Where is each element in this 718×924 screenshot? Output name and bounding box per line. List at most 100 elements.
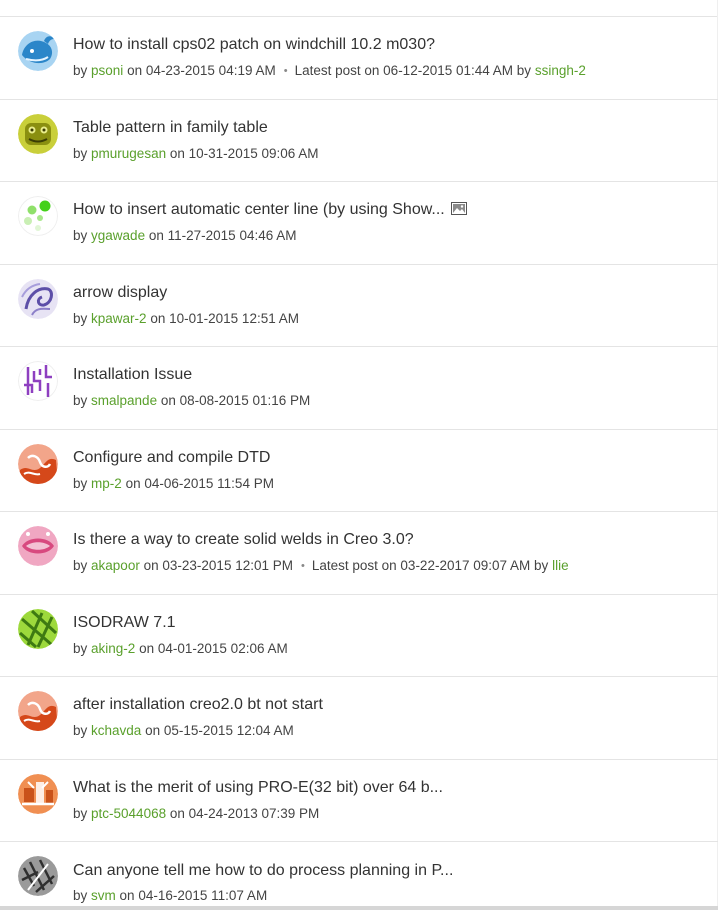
on-label: on [145, 723, 161, 738]
on-label: on [127, 63, 143, 78]
thread-meta: by aking-2 on 04-01-2015 02:06 AM [73, 641, 288, 656]
orange-blocks-avatar-icon[interactable] [18, 773, 58, 814]
thread-title[interactable]: Configure and compile DTD [73, 449, 270, 467]
grey-sketch-avatar-icon[interactable] [18, 856, 58, 896]
latest-author-link[interactable]: llie [552, 558, 569, 573]
by-label: by [73, 475, 88, 491]
thread-title[interactable]: Is there a way to create solid welds in … [73, 531, 414, 549]
author-link[interactable]: psoni [91, 63, 123, 78]
by-label: by [516, 63, 532, 78]
list-item: after installation creo2.0 bt not start … [0, 677, 718, 760]
thread-title[interactable]: Table pattern in family table [73, 119, 268, 137]
on-label: on [148, 228, 164, 243]
frog-face-avatar-icon[interactable] [18, 113, 58, 154]
whale-avatar-icon[interactable] [18, 31, 58, 71]
post-date: 05-15-2015 12:04 AM [163, 723, 294, 738]
author-link[interactable]: pmurugesan [91, 146, 166, 161]
image-icon [450, 202, 467, 215]
list-item: How to install cps02 patch on windchill … [0, 17, 718, 100]
thread-meta: by ygawade on 11-27-2015 04:46 AM [73, 228, 296, 243]
bottom-scroll-edge [0, 906, 718, 910]
post-date: 04-24-2013 07:39 PM [188, 805, 320, 821]
post-date: 04-16-2015 11:07 AM [138, 888, 268, 903]
on-label: on [139, 640, 155, 656]
by-label: by [73, 310, 88, 326]
author-link[interactable]: aking-2 [91, 641, 135, 656]
thread-meta: by akapoor on 03-23-2015 12:01 PM • Latest… [73, 558, 569, 573]
on-label: on [125, 475, 141, 491]
thread-meta: by kpawar-2 on 10-01-2015 12:51 AM [73, 311, 299, 326]
thread-list: How to install cps02 patch on windchill … [0, 17, 718, 924]
purple-maze-avatar-icon[interactable] [18, 361, 58, 401]
thread-title[interactable]: after installation creo2.0 bt not start [73, 696, 323, 714]
author-link[interactable]: kchavda [91, 723, 141, 738]
orange-swirl-avatar-icon[interactable] [18, 691, 58, 731]
author-link[interactable]: mp-2 [91, 476, 122, 491]
list-item: How to insert automatic center line (by … [0, 182, 718, 265]
list-item: arrow display by kpawar-2 on 10-01-2015 … [0, 265, 718, 347]
by-label: by [73, 145, 88, 161]
by-label: by [73, 558, 88, 573]
thread-title[interactable]: arrow display [73, 284, 167, 302]
latest-post-label: Latest post on [294, 63, 380, 78]
author-link[interactable]: ptc-5044068 [91, 806, 166, 821]
thread-meta: by kchavda on 05-15-2015 12:04 AM [73, 723, 294, 738]
thread-title[interactable]: ISODRAW 7.1 [73, 614, 176, 632]
list-item: Can anyone tell me how to do process pla… [0, 842, 718, 924]
by-label: by [73, 393, 88, 408]
on-label: on [150, 310, 166, 326]
thread-title[interactable]: Installation Issue [73, 366, 192, 384]
green-dots-avatar-icon[interactable] [18, 196, 58, 236]
post-date: 03-23-2015 12:01 PM [162, 558, 293, 573]
latest-post-date: 06-12-2015 01:44 AM [383, 63, 514, 78]
thread-meta: by svm on 04-16-2015 11:07 AM [73, 888, 267, 903]
on-label: on [119, 888, 135, 903]
on-label: on [160, 393, 176, 408]
pink-mouth-avatar-icon[interactable] [18, 526, 58, 566]
meta-separator: • [283, 65, 288, 77]
purple-swirl-avatar-icon[interactable] [18, 278, 58, 319]
orange-swirl-avatar-icon[interactable] [18, 443, 58, 484]
by-label: by [534, 558, 549, 573]
thread-meta: by smalpande on 08-08-2015 01:16 PM [73, 393, 310, 408]
thread-title[interactable]: What is the merit of using PRO-E(32 bit)… [73, 779, 443, 797]
post-date: 10-01-2015 12:51 AM [169, 310, 299, 326]
latest-post-label: Latest post on [311, 558, 397, 573]
meta-separator: • [300, 560, 305, 572]
author-link[interactable]: svm [91, 888, 116, 903]
by-label: by [73, 228, 88, 243]
list-item: Is there a way to create solid welds in … [0, 512, 718, 595]
thread-title-text[interactable]: How to insert automatic center line (by … [73, 201, 445, 218]
thread-title[interactable]: How to insert automatic center line (by … [73, 201, 467, 219]
list-item: Configure and compile DTD by mp-2 on 04-… [0, 430, 718, 512]
thread-meta: by ptc-5044068 on 04-24-2013 07:39 PM [73, 806, 319, 821]
thread-meta: by psoni on 04-23-2015 04:19 AM • Latest p… [73, 63, 586, 78]
post-date: 10-31-2015 09:06 AM [188, 145, 319, 161]
on-label: on [169, 145, 185, 161]
by-label: by [73, 63, 88, 78]
thread-meta: by mp-2 on 04-06-2015 11:54 PM [73, 476, 274, 491]
on-label: on [169, 805, 185, 821]
on-label: on [143, 558, 159, 573]
author-link[interactable]: kpawar-2 [91, 311, 147, 326]
latest-author-link[interactable]: ssingh-2 [535, 63, 586, 78]
author-link[interactable]: ygawade [91, 228, 145, 243]
author-link[interactable]: smalpande [91, 393, 157, 408]
by-label: by [73, 640, 88, 656]
thread-title[interactable]: How to install cps02 patch on windchill … [73, 36, 435, 54]
post-date: 04-23-2015 04:19 AM [145, 63, 276, 78]
green-lines-avatar-icon[interactable] [18, 608, 58, 649]
post-date: 08-08-2015 01:16 PM [179, 393, 311, 408]
list-item: Table pattern in family table by pmuruge… [0, 100, 718, 182]
list-item: Installation Issue by smalpande on 08-08… [0, 347, 718, 430]
thread-title[interactable]: Can anyone tell me how to do process pla… [73, 862, 453, 880]
author-link[interactable]: akapoor [91, 558, 140, 573]
list-item: What is the merit of using PRO-E(32 bit)… [0, 760, 718, 842]
list-item: ISODRAW 7.1 by aking-2 on 04-01-2015 02:… [0, 595, 718, 677]
post-date: 11-27-2015 04:46 AM [167, 228, 297, 243]
post-date: 04-06-2015 11:54 PM [144, 475, 274, 491]
by-label: by [73, 888, 88, 903]
post-date: 04-01-2015 02:06 AM [157, 640, 288, 656]
latest-post-date: 03-22-2017 09:07 AM [400, 558, 531, 573]
by-label: by [73, 723, 88, 738]
